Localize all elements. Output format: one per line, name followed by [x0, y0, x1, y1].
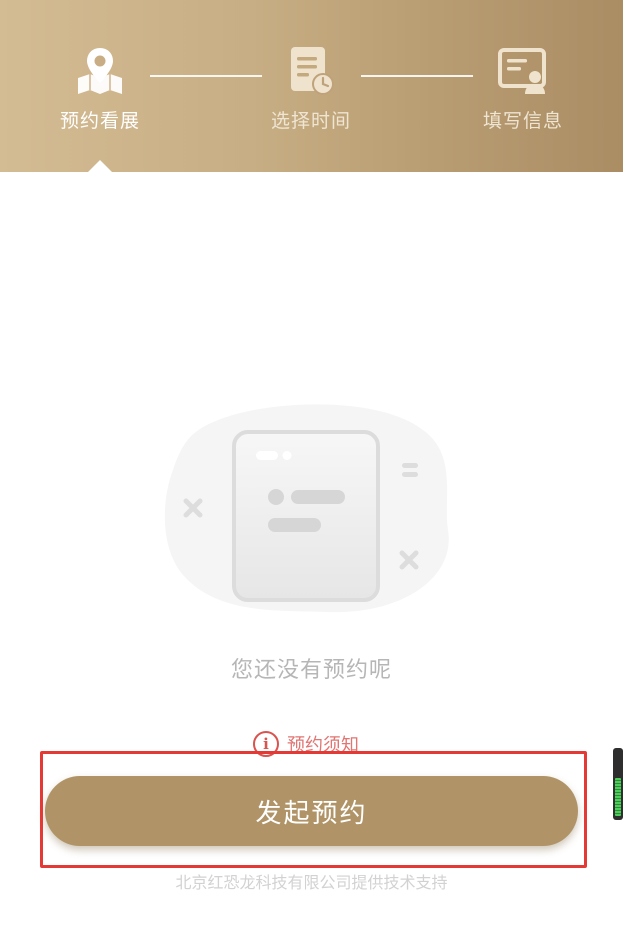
- step-book-exhibition[interactable]: 预约看展: [45, 44, 155, 133]
- step-label: 填写信息: [482, 110, 563, 132]
- cta-highlight-box: [40, 751, 587, 868]
- step-fill-info[interactable]: 填写信息: [468, 44, 578, 133]
- footer-credit: 北京红恐龙科技有限公司提供技术支持: [175, 873, 448, 892]
- step-label: 选择时间: [270, 110, 351, 132]
- empty-document-icon: [164, 404, 449, 613]
- document-clock-icon: [291, 47, 334, 95]
- step-select-time[interactable]: 选择时间: [256, 44, 366, 133]
- active-step-caret: [88, 160, 112, 172]
- empty-state-message: 您还没有预约呢: [230, 658, 392, 683]
- step-connector: [150, 75, 262, 77]
- map-pin-icon: [78, 48, 122, 94]
- id-card-icon: [498, 48, 546, 94]
- step-label: 预约看展: [59, 110, 140, 132]
- side-scroll-indicator[interactable]: [613, 748, 623, 820]
- side-indicator-fill: [615, 778, 621, 816]
- steps-header: 预约看展 选择时间 填写信息: [0, 0, 623, 172]
- step-connector: [361, 75, 473, 77]
